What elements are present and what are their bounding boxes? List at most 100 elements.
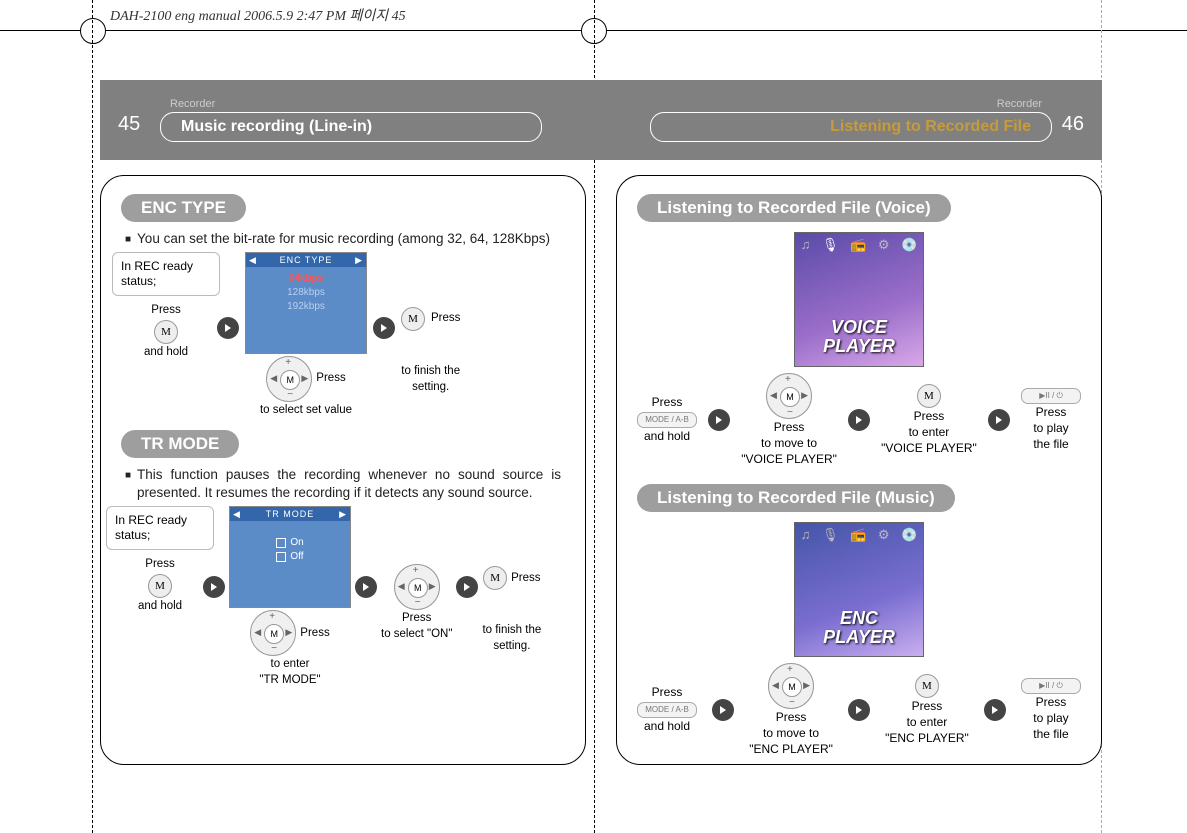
enc-type-label: ENC TYPE (121, 194, 246, 222)
m-s2-press: Press (776, 711, 807, 725)
gear-icon: ⚙ (878, 237, 890, 253)
v-s1-press: Press (652, 396, 683, 410)
arrow-right-icon (355, 576, 377, 598)
music-note-icon: ♫ (801, 527, 811, 543)
m-button-icon: M (915, 674, 939, 698)
arrow-right-icon (712, 699, 734, 721)
m-s2-c: "ENC PLAYER" (749, 743, 833, 757)
tr-callout: In REC ready status; (106, 506, 214, 550)
tr-step1-press: Press (145, 558, 174, 572)
m-s4-c: the file (1033, 728, 1068, 742)
page-number-left: 45 (118, 113, 140, 136)
dpad-icon: M+−◀▶ (394, 564, 440, 610)
enc-player-screen: ♫ 🎙 📻 ⚙ 💿 ENC PLAYER (794, 522, 924, 657)
mode-ab-button-icon: MODE / A-B (637, 702, 697, 718)
listen-music-label: Listening to Recorded File (Music) (637, 484, 955, 512)
enc-type-section: ENC TYPE ■ You can set the bit-rate for … (121, 194, 565, 418)
section-label-right: Recorder (997, 98, 1042, 110)
bullet-square-icon: ■ (125, 233, 131, 248)
dpad-icon: M+−◀▶ (768, 663, 814, 709)
enc-step2-press: Press (316, 372, 345, 386)
enc-step2-cap: to select set value (260, 404, 352, 418)
crop-vertical-left (92, 0, 93, 833)
enc-step3-cap-a: to finish the (401, 365, 460, 379)
header-band: Recorder 45 Music recording (Line-in) Re… (100, 80, 1102, 160)
v-s4-b: to play (1033, 422, 1068, 436)
enc-step3-press: Press (431, 312, 460, 326)
m-s1-hold: and hold (644, 720, 690, 734)
mode-ab-button-icon: MODE / A-B (637, 412, 697, 428)
m-s3-press: Press (912, 700, 943, 714)
page-title-right: Listening to Recorded File (650, 112, 1052, 142)
disc-icon: 💿 (901, 237, 917, 253)
enc-type-desc: You can set the bit-rate for music recor… (137, 230, 550, 248)
arrow-right-icon (848, 699, 870, 721)
page-45: ENC TYPE ■ You can set the bit-rate for … (100, 175, 586, 803)
dpad-icon: M+−◀▶ (266, 356, 312, 402)
voice-player-screen: ♫ 🎙 📻 ⚙ 💿 VOICE PLAYER (794, 232, 924, 367)
tr-mode-section: TR MODE ■ This function pauses the recor… (121, 430, 565, 688)
listen-voice-label: Listening to Recorded File (Voice) (637, 194, 951, 222)
music-note-icon: ♫ (801, 237, 811, 253)
tr-step4-cap-a: to finish the (482, 624, 541, 638)
arrow-right-icon (984, 699, 1006, 721)
enc-step3-cap-b: setting. (412, 381, 449, 395)
tr-mode-label: TR MODE (121, 430, 239, 458)
m-button-icon: M (917, 384, 941, 408)
enc-callout: In REC ready status; (112, 252, 220, 296)
bullet-square-icon: ■ (125, 469, 131, 502)
enc-step1-press: Press (151, 304, 180, 318)
v-s2-press: Press (774, 421, 805, 435)
m-s3-c: "ENC PLAYER" (885, 732, 969, 746)
m-s1-press: Press (652, 686, 683, 700)
dpad-icon: M+−◀▶ (250, 610, 296, 656)
arrow-right-icon (456, 576, 478, 598)
page-title-left: Music recording (Line-in) (160, 112, 542, 142)
m-button-icon: M (148, 574, 172, 598)
arrow-right-icon (848, 409, 870, 431)
page-number-right: 46 (1062, 113, 1084, 136)
v-s1-hold: and hold (644, 430, 690, 444)
v-s2-c: "VOICE PLAYER" (741, 453, 837, 467)
tr-step1-hold: and hold (138, 600, 182, 614)
m-button-icon: M (154, 320, 178, 344)
dpad-icon: M+−◀▶ (766, 373, 812, 419)
arrow-right-icon (373, 317, 395, 339)
tr-step3-press: Press (402, 612, 431, 626)
tr-mode-screen: ◀TR MODE▶ On Off (229, 506, 351, 608)
m-button-icon: M (401, 307, 425, 331)
tr-step4-press: Press (511, 572, 540, 586)
m-s2-b: to move to (763, 727, 819, 741)
m-button-icon: M (483, 566, 507, 590)
arrow-right-icon (217, 317, 239, 339)
enc-type-screen: ◀ENC TYPE▶ 64kbps 128kbps 192kbps (245, 252, 367, 354)
v-s2-b: to move to (761, 437, 817, 451)
m-s3-b: to enter (907, 716, 948, 730)
v-s3-c: "VOICE PLAYER" (881, 442, 977, 456)
radio-icon: 📻 (850, 237, 866, 253)
tr-step4-cap-b: setting. (493, 640, 530, 654)
mic-icon: 🎙 (822, 527, 839, 543)
m-s4-press: Press (1036, 696, 1067, 710)
gear-icon: ⚙ (878, 527, 890, 543)
enc-step1-hold: and hold (144, 346, 188, 360)
radio-icon: 📻 (850, 527, 866, 543)
tr-step2-cap-a: to enter (271, 658, 310, 672)
listen-music-section: Listening to Recorded File (Music) ♫ 🎙 📻… (637, 484, 1081, 756)
v-s3-b: to enter (909, 426, 950, 440)
play-power-button-icon: ▶II / ⏻ (1021, 388, 1081, 404)
disc-icon: 💿 (901, 527, 917, 543)
arrow-right-icon (708, 409, 730, 431)
section-label-left: Recorder (170, 98, 215, 110)
m-s4-b: to play (1033, 712, 1068, 726)
arrow-right-icon (988, 409, 1010, 431)
arrow-right-icon (203, 576, 225, 598)
listen-voice-section: Listening to Recorded File (Voice) ♫ 🎙 📻… (637, 194, 1081, 466)
play-power-button-icon: ▶II / ⏻ (1021, 678, 1081, 694)
tr-step2-cap-b: "TR MODE" (259, 674, 320, 688)
mic-icon: 🎙 (822, 237, 839, 253)
v-s4-press: Press (1036, 406, 1067, 420)
tr-step3-cap: to select "ON" (381, 628, 452, 642)
tr-step2-press: Press (300, 627, 329, 641)
v-s3-press: Press (914, 410, 945, 424)
